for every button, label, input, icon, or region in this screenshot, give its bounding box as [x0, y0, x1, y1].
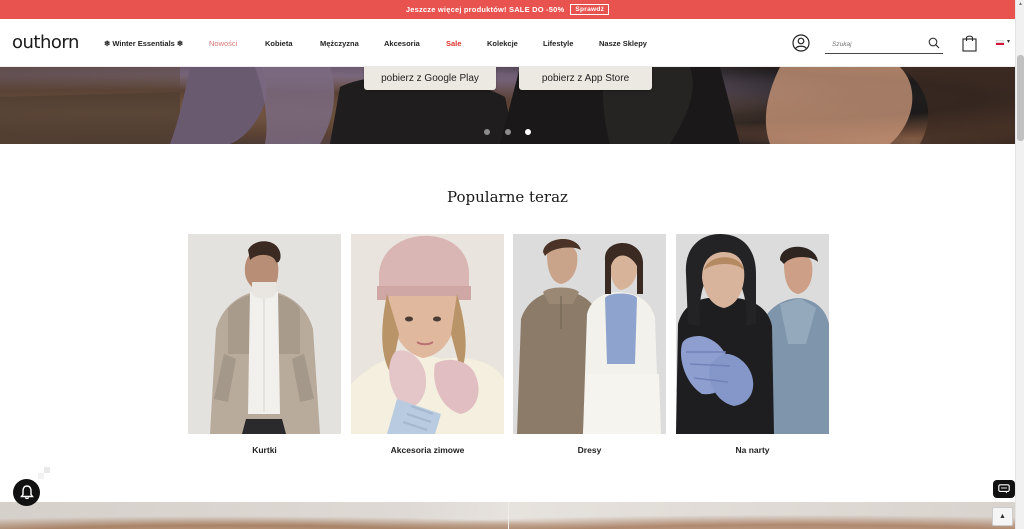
search-box — [825, 33, 943, 54]
promo-bar: Jeszcze więcej produktów! SALE DO -50% S… — [0, 0, 1015, 19]
chevron-down-icon[interactable]: ▾ — [1007, 38, 1010, 45]
search-icon[interactable] — [928, 37, 940, 49]
back-to-top-button[interactable]: ▲ — [992, 507, 1013, 526]
na-narty-image — [676, 234, 829, 434]
slider-dot-2[interactable] — [505, 129, 511, 135]
nav-nowosci[interactable]: Nowości — [209, 39, 237, 48]
category-card-kurtki[interactable] — [188, 234, 341, 434]
google-play-button[interactable]: pobierz z Google Play — [364, 67, 496, 90]
notification-bell-button[interactable] — [13, 479, 40, 506]
shopping-bag-icon[interactable] — [962, 34, 977, 52]
promo-text: Jeszcze więcej produktów! SALE DO -50% — [405, 5, 565, 14]
popular-section-title: Popularne teraz — [447, 188, 568, 206]
chat-icon — [998, 484, 1010, 494]
banner-divider — [508, 502, 509, 529]
loader-square — [44, 467, 50, 473]
promo-check-button[interactable]: Sprawdź — [570, 4, 610, 15]
akcesoria-zimowe-image — [351, 234, 504, 434]
flag-pl-icon[interactable] — [996, 40, 1004, 45]
user-icon[interactable] — [792, 34, 810, 52]
arrow-up-icon: ▲ — [999, 513, 1006, 520]
nav-nasze-sklepy[interactable]: Nasze Sklepy — [599, 39, 647, 48]
nav-winter-essentials[interactable]: ❄ Winter Essentials ❄ — [104, 39, 183, 48]
search-input[interactable] — [825, 35, 920, 54]
slider-dot-3[interactable] — [525, 129, 531, 135]
scrollbar-thumb[interactable] — [1017, 55, 1024, 141]
nav-kolekcje[interactable]: Kolekcje — [487, 39, 518, 48]
nav-lifestyle[interactable]: Lifestyle — [543, 39, 573, 48]
site-header: outhorn ❄ Winter Essentials ❄ Nowości Ko… — [0, 19, 1015, 67]
logo[interactable]: outhorn — [12, 32, 79, 53]
nav-mezczyzna[interactable]: Mężczyzna — [320, 39, 359, 48]
chat-button[interactable] — [993, 480, 1015, 498]
category-label-akcesoria-zimowe[interactable]: Akcesoria zimowe — [351, 445, 504, 455]
category-label-na-narty[interactable]: Na narty — [676, 445, 829, 455]
kurtki-image — [188, 234, 341, 434]
app-store-button[interactable]: pobierz z App Store — [519, 67, 652, 90]
slider-dot-1[interactable] — [484, 129, 490, 135]
category-card-akcesoria-zimowe[interactable] — [351, 234, 504, 434]
nav-sale[interactable]: Sale — [446, 39, 461, 48]
category-card-dresy[interactable] — [513, 234, 666, 434]
nav-akcesoria[interactable]: Akcesoria — [384, 39, 420, 48]
bell-icon — [19, 485, 34, 500]
category-label-kurtki[interactable]: Kurtki — [188, 445, 341, 455]
scroll-up-arrow-icon[interactable]: ▲ — [1017, 1, 1024, 8]
loader-square — [38, 473, 44, 479]
page-scrollbar[interactable]: ▲ — [1015, 0, 1024, 529]
category-card-na-narty[interactable] — [676, 234, 829, 434]
page: Jeszcze więcej produktów! SALE DO -50% S… — [0, 0, 1024, 529]
category-label-dresy[interactable]: Dresy — [513, 445, 666, 455]
nav-kobieta[interactable]: Kobieta — [265, 39, 293, 48]
dresy-image — [513, 234, 666, 434]
